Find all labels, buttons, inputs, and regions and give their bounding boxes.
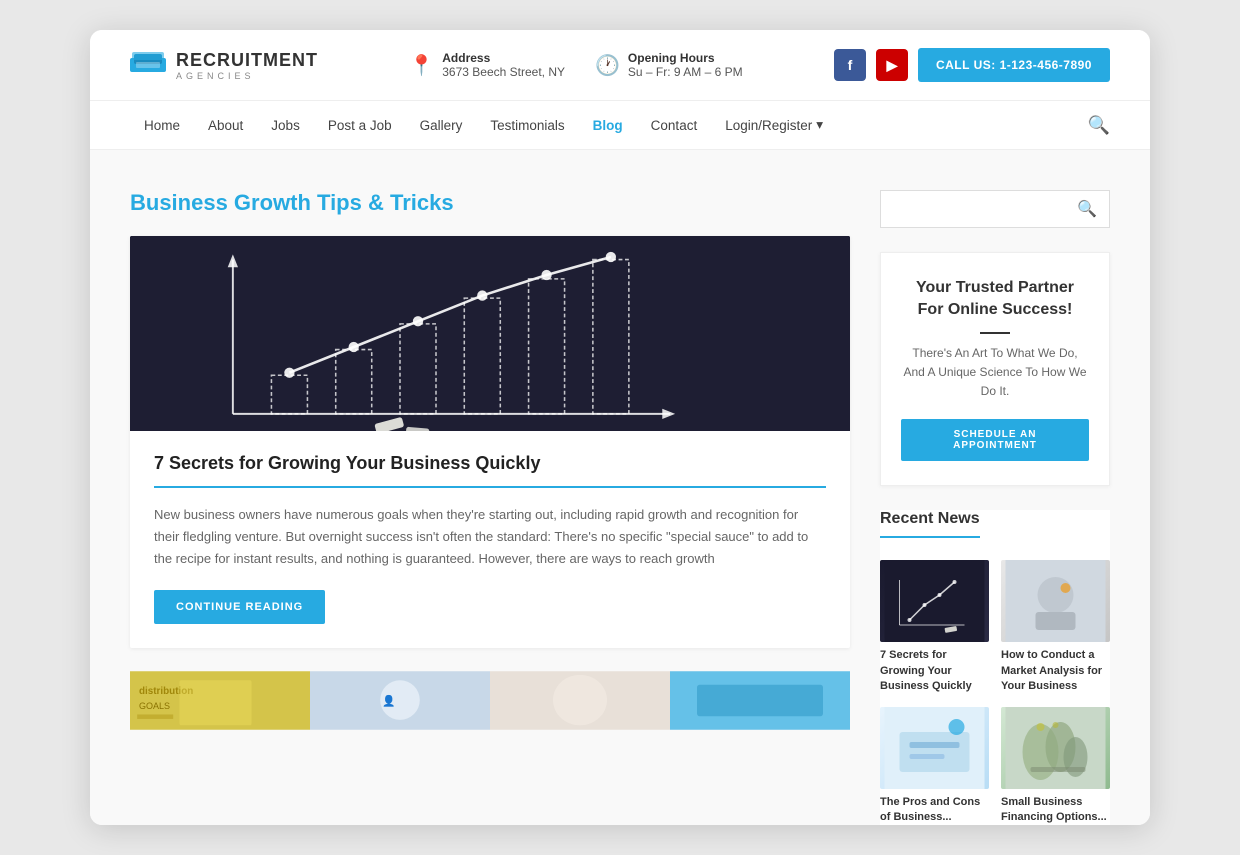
nav-item-blog[interactable]: Blog [579,102,637,149]
recent-news: Recent News [880,510,1110,825]
nav-item-jobs[interactable]: Jobs [257,102,314,149]
recent-news-grid: 7 Secrets for Growing Your Business Quic… [880,560,1110,825]
blog-excerpt: New business owners have numerous goals … [154,504,826,570]
news-label-4: Small Business Financing Options... [1001,795,1110,826]
news-label-2: How to Conduct a Market Analysis for You… [1001,648,1110,694]
blog-post-title: 7 Secrets for Growing Your Business Quic… [154,453,826,488]
hours-info: 🕐 Opening Hours Su – Fr: 9 AM – 6 PM [595,51,743,79]
hours-text: Opening Hours Su – Fr: 9 AM – 6 PM [628,51,743,79]
search-button[interactable]: 🔍 [1065,191,1109,227]
content-area: Business Growth Tips & Tricks [130,190,850,825]
recent-news-title: Recent News [880,510,980,538]
bottom-strip: distribution GOALS 👤 [130,668,850,733]
chalkboard-graphic [130,236,850,431]
news-thumb-1 [880,560,989,642]
header-info: 📍 Address 3673 Beech Street, NY 🕐 Openin… [409,51,742,79]
news-thumb-4 [1001,707,1110,789]
nav-item-contact[interactable]: Contact [637,102,712,149]
sidebar-search[interactable]: 🔍 [880,190,1110,228]
news-item-2[interactable]: How to Conduct a Market Analysis for You… [1001,560,1110,694]
nav-item-testimonials[interactable]: Testimonials [476,102,578,149]
main-nav: Home About Jobs Post a Job Gallery Testi… [90,101,1150,150]
youtube-button[interactable]: ▶ [876,49,908,81]
schedule-button[interactable]: SCHEDULE AN APPOINTMENT [901,419,1089,461]
svg-text:👤: 👤 [382,695,395,708]
clock-icon: 🕐 [595,53,620,78]
strip-item-1: distribution GOALS [130,668,310,733]
logo-sub: AGENCIES [176,71,318,81]
news-label-1: 7 Secrets for Growing Your Business Quic… [880,648,989,694]
main-container: Business Growth Tips & Tricks [90,150,1150,825]
news-item-3[interactable]: The Pros and Cons of Business... [880,707,989,826]
nav-item-gallery[interactable]: Gallery [406,102,477,149]
news-thumb-3 [880,707,989,789]
nav-item-post-job[interactable]: Post a Job [314,102,406,149]
logo-main: RECRUITMENT [176,50,318,71]
svg-text:GOALS: GOALS [139,701,170,711]
search-input[interactable] [881,192,1065,227]
nav-links: Home About Jobs Post a Job Gallery Testi… [130,101,837,149]
news-label-3: The Pros and Cons of Business... [880,795,989,826]
widget-divider [980,332,1010,334]
page-title: Business Growth Tips & Tricks [130,190,850,216]
browser-window: RECRUITMENT AGENCIES 📍 Address 3673 Beec… [90,30,1150,825]
nav-search-icon[interactable]: 🔍 [1088,115,1110,136]
address-text: Address 3673 Beech Street, NY [442,51,565,79]
address-info: 📍 Address 3673 Beech Street, NY [409,51,565,79]
continue-reading-button[interactable]: CONTINUE READING [154,590,325,624]
header-right: f ▶ CALL US: 1-123-456-7890 [834,48,1110,82]
nav-item-login[interactable]: Login/Register ▾ [711,101,837,149]
news-item-4[interactable]: Small Business Financing Options... [1001,707,1110,826]
logo-text: RECRUITMENT AGENCIES [176,50,318,81]
chevron-down-icon: ▾ [816,117,823,133]
sidebar-widget: Your Trusted Partner For Online Success!… [880,252,1110,486]
nav-item-about[interactable]: About [194,102,257,149]
logo-icon [130,50,166,80]
sidebar: 🔍 Your Trusted Partner For Online Succes… [880,190,1110,825]
widget-description: There's An Art To What We Do, And A Uniq… [901,344,1089,402]
location-icon: 📍 [409,53,434,78]
nav-item-home[interactable]: Home [130,102,194,149]
news-item-1[interactable]: 7 Secrets for Growing Your Business Quic… [880,560,989,694]
news-thumb-2 [1001,560,1110,642]
facebook-button[interactable]: f [834,49,866,81]
widget-title: Your Trusted Partner For Online Success! [901,277,1089,322]
logo-area: RECRUITMENT AGENCIES [130,50,318,81]
site-header: RECRUITMENT AGENCIES 📍 Address 3673 Beec… [90,30,1150,101]
blog-post-image [130,236,850,431]
blog-body: 7 Secrets for Growing Your Business Quic… [130,431,850,648]
blog-card: 7 Secrets for Growing Your Business Quic… [130,236,850,648]
strip-item-4 [670,668,850,733]
strip-item-2: 👤 [310,668,490,733]
strip-item-3 [490,668,670,733]
call-button[interactable]: CALL US: 1-123-456-7890 [918,48,1110,82]
